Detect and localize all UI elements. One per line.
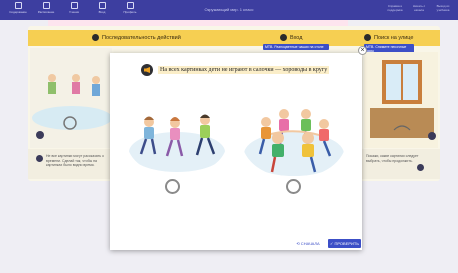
background-scene-right — [364, 52, 438, 148]
child-figure — [92, 76, 100, 96]
question-row: На всех картинках дети не играют в салоч… — [141, 64, 330, 76]
nav-prev-icon[interactable] — [36, 131, 44, 139]
child-figure — [48, 74, 56, 94]
close-icon[interactable]: × — [358, 46, 367, 55]
speaker-icon[interactable] — [141, 64, 153, 76]
speaker-icon[interactable] — [417, 164, 424, 171]
exit-link[interactable]: Выход из учебника — [434, 4, 452, 12]
question-text: На всех картинках дети не играют в салоч… — [158, 66, 330, 74]
top-bar: Содержание Расписание Ученик Вход Профил… — [0, 0, 458, 20]
option-image-walking[interactable] — [127, 108, 227, 176]
ribbon-mid: МТВ. Разноцветные чашки на столе — [263, 44, 329, 50]
nav-next-icon[interactable] — [428, 132, 436, 140]
panel-title-right: Поиск на улице — [364, 34, 413, 41]
option-radio-2[interactable] — [286, 179, 301, 194]
panel-title-mid: Вход — [280, 34, 302, 41]
restart-link[interactable]: Начать с начала — [410, 4, 428, 12]
help-link[interactable]: Справка и поддержка — [386, 4, 404, 12]
speaker-icon[interactable] — [36, 155, 43, 162]
panel-title-left: Последовательность действий — [92, 34, 181, 41]
check-button[interactable]: ✓ ПРОВЕРИТЬ — [328, 239, 361, 248]
speaker-icon[interactable] — [364, 34, 371, 41]
speaker-icon[interactable] — [280, 34, 287, 41]
speaker-icon[interactable] — [92, 34, 99, 41]
option-radio-1[interactable] — [165, 179, 180, 194]
footer-text-left: Не все картинки могут рассказать о време… — [46, 154, 104, 167]
footer-text-right: Покажи, какие картинки следует выбрать, … — [366, 154, 419, 163]
restart-button[interactable]: ⟲ СНАЧАЛА — [292, 239, 324, 248]
toolbar-right: Справка и поддержка Начать с начала Выхо… — [386, 4, 452, 12]
option-image-circle-dance[interactable] — [242, 104, 346, 178]
child-figure — [72, 74, 80, 94]
